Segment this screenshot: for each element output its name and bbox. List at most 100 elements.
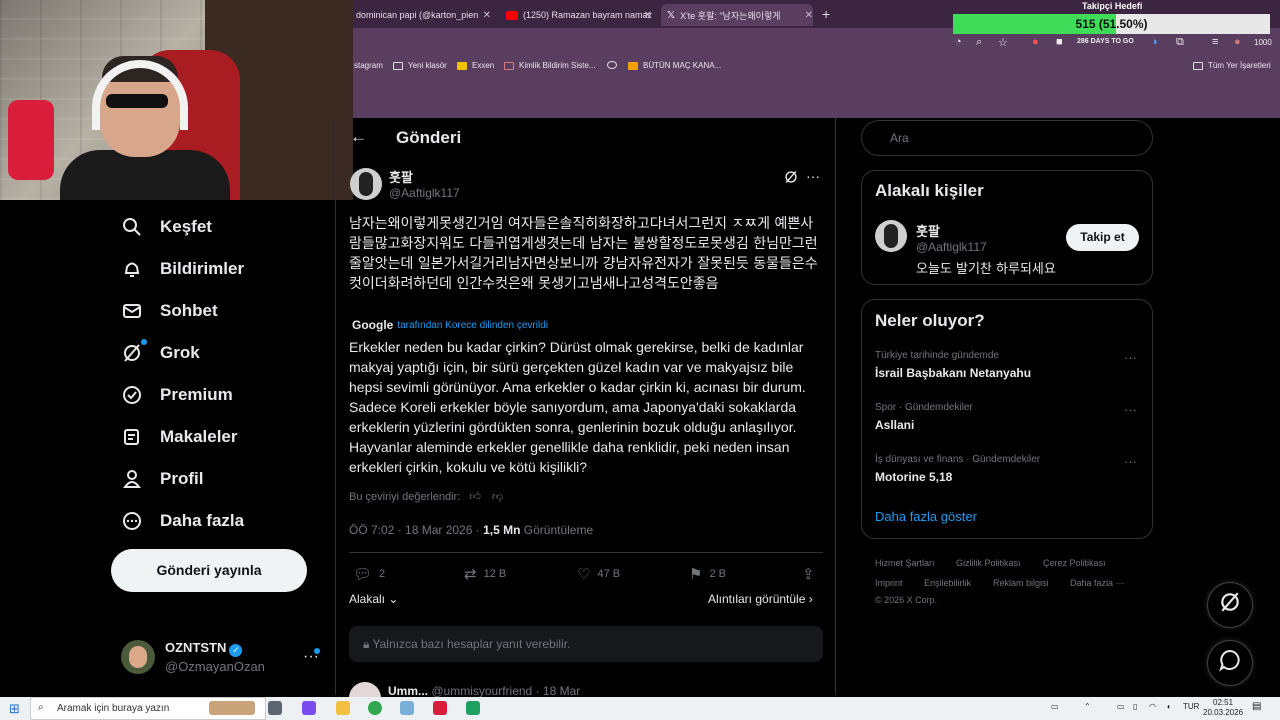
trend-more-icon[interactable]: ···: [1124, 454, 1137, 469]
close-icon[interactable]: ✕: [644, 10, 652, 21]
square-icon[interactable]: ■: [1056, 36, 1063, 48]
nav-profile[interactable]: Profil: [121, 464, 203, 494]
footer-more[interactable]: Daha fazla ···: [1070, 578, 1125, 588]
trend-more-icon[interactable]: ···: [1124, 350, 1137, 365]
reply-button[interactable]: 💬︎ 2: [353, 565, 385, 583]
post-timestamp[interactable]: ÖÖ 7:02 · 18 Mar 2026 ·: [349, 523, 480, 537]
post-button[interactable]: Gönderi yayınla: [111, 549, 307, 592]
taskbar-clock[interactable]: 02:51 20.03.2026: [1203, 698, 1243, 718]
relevant-person-name[interactable]: 훗팔: [916, 221, 940, 240]
bookmark-kimlik[interactable]: Kimlik Bildirim Siste...: [504, 61, 595, 70]
tab-title: dominican papi (@karton_pien: [356, 10, 479, 20]
sort-label: Alakalı: [349, 592, 386, 606]
wifi-icon[interactable]: ◠: [1149, 702, 1156, 711]
avatar[interactable]: [350, 168, 382, 200]
avatar[interactable]: [875, 220, 907, 252]
volume-icon[interactable]: ◖: [1166, 702, 1171, 711]
app-icon[interactable]: [400, 701, 414, 715]
zoom-icon[interactable]: ⌕: [976, 36, 982, 49]
chevron-up-icon[interactable]: ⌃: [1084, 702, 1091, 711]
app-icon[interactable]: [466, 701, 480, 715]
next-reply-header[interactable]: Umm... @ummisyourfriend · 18 Mar: [388, 684, 580, 698]
show-more-link[interactable]: Daha fazla göster: [875, 509, 977, 524]
bookmark-globe[interactable]: [607, 61, 622, 69]
back-arrow-icon[interactable]: ←: [350, 127, 367, 147]
view-quotes-link[interactable]: Alıntıları görüntüle ›: [708, 592, 813, 606]
search-icon: [121, 216, 143, 238]
trend-more-icon[interactable]: ···: [1124, 402, 1137, 417]
repost-button[interactable]: ⇄ 12 B: [464, 565, 506, 583]
thumbs-down-icon[interactable]: 👎︎: [492, 491, 503, 503]
input-language[interactable]: TUR: [1183, 702, 1199, 711]
author-name[interactable]: 훗팔: [389, 167, 413, 186]
footer-ads[interactable]: Reklam bilgisi: [993, 578, 1049, 588]
link-icon: [504, 61, 514, 70]
relevant-people-title: Alakalı kişiler: [875, 181, 984, 200]
grok-icon[interactable]: [784, 170, 798, 187]
browser-tab-1[interactable]: dominican papi (@karton_pien ✕: [356, 4, 491, 26]
bookmark-mac-kanali[interactable]: BÜTÜN MAÇ KANA...: [628, 61, 721, 70]
footer-privacy[interactable]: Gizlilik Politikası: [956, 558, 1021, 568]
footer-terms[interactable]: Hizmet Şartları: [875, 558, 935, 568]
nav-grok[interactable]: Grok: [121, 338, 200, 368]
grok-icon: [121, 342, 143, 364]
sound-icon[interactable]: ◗: [1152, 36, 1159, 48]
network-icon[interactable]: ▭: [1117, 702, 1125, 711]
all-bookmarks[interactable]: Tüm Yer İşaretleri: [1193, 61, 1271, 70]
windows-start-icon[interactable]: ⊞: [9, 701, 20, 717]
sort-dropdown[interactable]: Alakalı ⌄: [349, 592, 398, 606]
nav-explore[interactable]: Keşfet: [121, 212, 212, 242]
bookmark-instagram[interactable]: stagram: [354, 61, 383, 70]
thumbs-up-icon[interactable]: 👍︎: [469, 491, 481, 503]
bookmark-button[interactable]: ⚑ 2 B: [689, 565, 726, 583]
task-view-icon[interactable]: [268, 701, 282, 715]
channel-icon: [628, 61, 638, 70]
browser-tab-3-active[interactable]: 𝕏 X'te 훗팔: "남자는왜이렇게 ✕: [661, 4, 813, 26]
footer-imprint[interactable]: Imprint: [875, 578, 903, 588]
chrome-icon[interactable]: [368, 701, 382, 715]
messages-fab[interactable]: [1207, 640, 1253, 686]
clock-date: 20.03.2026: [1203, 708, 1244, 717]
trends-title: Neler oluyor?: [875, 311, 985, 330]
record-icon[interactable]: ●: [1032, 36, 1039, 48]
account-switcher[interactable]: OZNTSTN ✓ @OzmayanOzan: [121, 640, 265, 674]
bookmark-exxen[interactable]: Exxen: [457, 61, 494, 70]
footer-cookies[interactable]: Çerez Politikası: [1043, 558, 1106, 568]
nav-messages[interactable]: Sohbet: [121, 296, 218, 326]
new-tab-button[interactable]: +: [822, 6, 830, 22]
bookmark-folder[interactable]: Yeni klasör: [393, 61, 447, 70]
close-icon[interactable]: ✕: [805, 10, 813, 21]
extension-icon[interactable]: ◔: [955, 36, 962, 48]
puzzle-icon[interactable]: ⧉: [1176, 36, 1184, 49]
relevant-person-handle[interactable]: @Aaftiglk117: [916, 240, 987, 254]
nav-articles[interactable]: Makaleler: [121, 422, 238, 452]
nav-notifications[interactable]: Bildirimler: [121, 254, 244, 284]
file-explorer-icon[interactable]: [336, 701, 350, 715]
share-button[interactable]: ⇪: [802, 565, 822, 583]
footer-accessibility[interactable]: Erişilebilirlik: [924, 578, 971, 588]
star-icon[interactable]: ☆: [998, 36, 1008, 49]
search-input[interactable]: Ara: [861, 120, 1153, 156]
tray-app-icon[interactable]: ▭: [1051, 702, 1059, 711]
browser-tab-2[interactable]: (1250) Ramazan bayram namaz ✕: [506, 4, 652, 26]
trend-item[interactable]: İsrail Başbakanı Netanyahu: [875, 366, 1031, 380]
notification-center-icon[interactable]: ▤: [1252, 701, 1261, 712]
obs-icon[interactable]: [433, 701, 447, 715]
trend-item[interactable]: Asllani: [875, 418, 914, 432]
avatar[interactable]: ●: [1234, 36, 1241, 48]
nav-premium[interactable]: Premium: [121, 380, 233, 410]
follow-button[interactable]: Takip et: [1066, 224, 1139, 251]
trend-category: İş dünyası ve finans · Gündemdekiler: [875, 454, 1041, 465]
grok-fab[interactable]: [1207, 582, 1253, 628]
like-button[interactable]: ♡ 47 B: [577, 565, 620, 583]
days-counter[interactable]: 286 DAYS TO GO: [1077, 38, 1134, 45]
copilot-icon[interactable]: [302, 701, 316, 715]
nav-more[interactable]: Daha fazla: [121, 506, 244, 536]
post-more-icon[interactable]: ···: [806, 168, 820, 184]
column-divider: [335, 118, 336, 695]
close-icon[interactable]: ✕: [483, 10, 491, 21]
author-handle[interactable]: @Aaftiglk117: [389, 186, 460, 200]
translation-attribution[interactable]: Google tarafından Korece dilinden çevril…: [352, 318, 548, 332]
menu-icon[interactable]: ≡: [1212, 36, 1218, 48]
trend-item[interactable]: Motorine 5,18: [875, 470, 952, 484]
